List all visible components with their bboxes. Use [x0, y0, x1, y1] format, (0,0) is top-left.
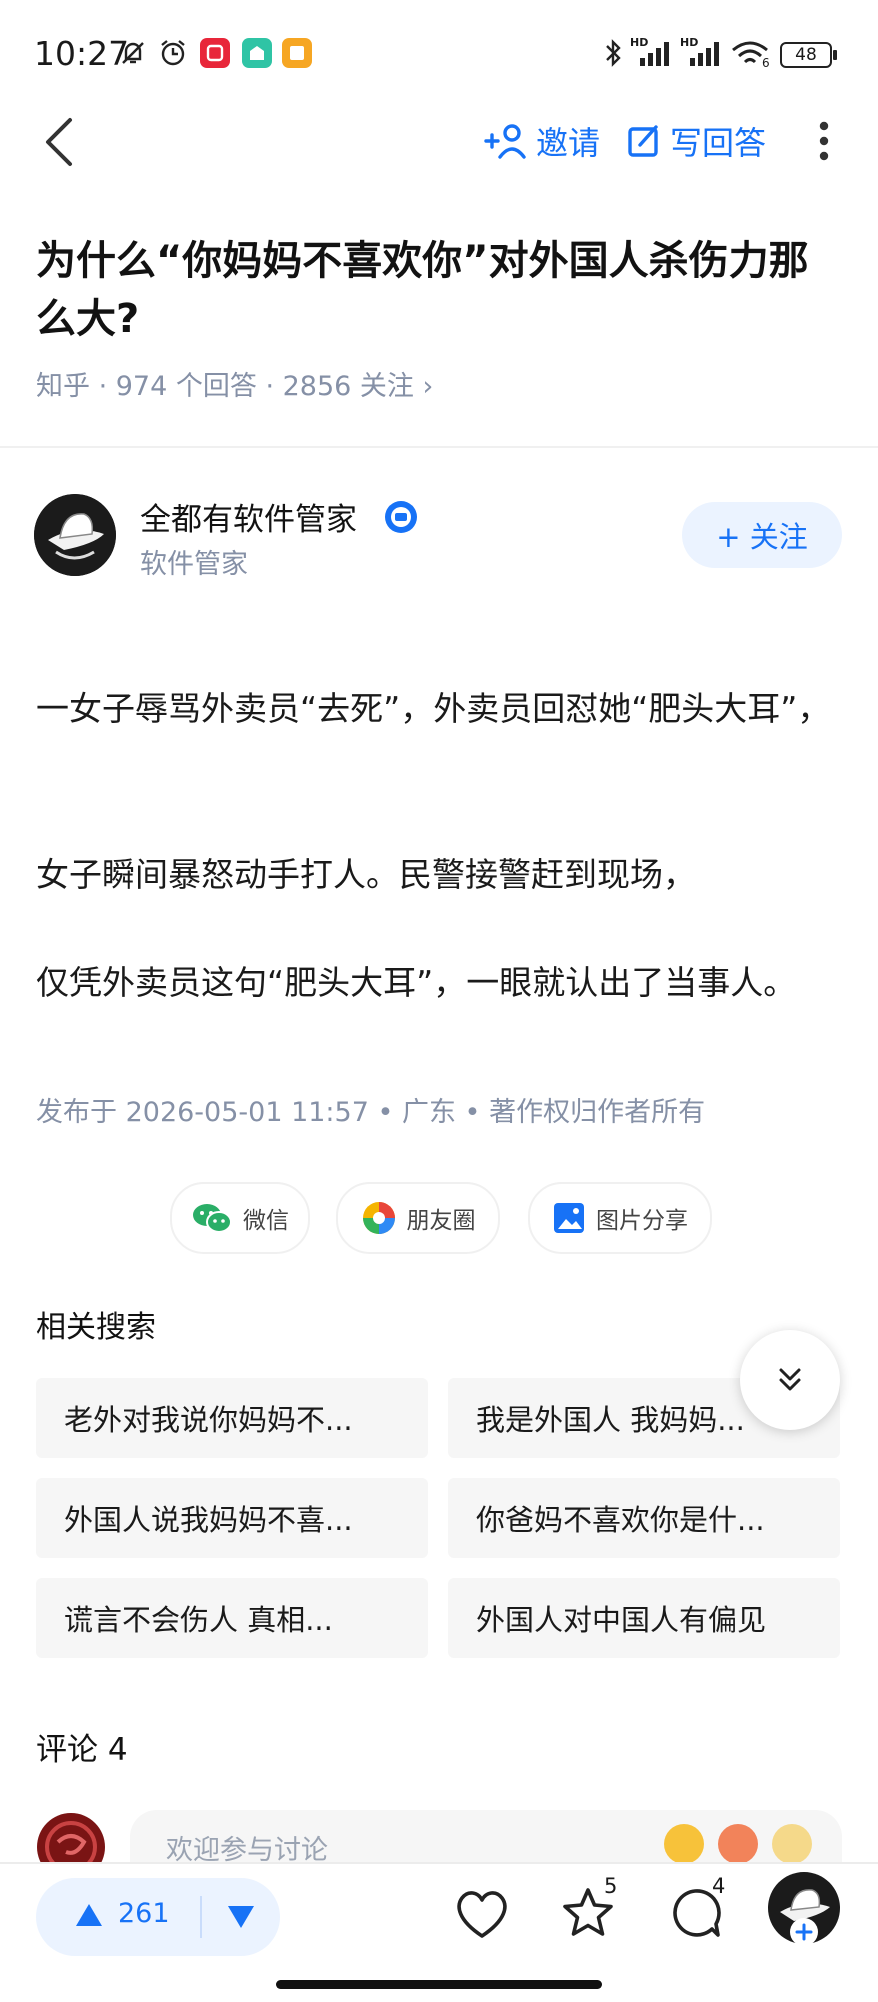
- like-heart-icon[interactable]: [454, 1888, 510, 1944]
- verified-badge-icon: [384, 500, 418, 534]
- downvote-icon[interactable]: [226, 1902, 256, 1936]
- write-answer-button[interactable]: 写回答: [626, 116, 766, 166]
- image-icon: [554, 1203, 584, 1233]
- status-time: 10:27: [34, 34, 130, 73]
- status-bar: 10:27 HD HD 6 48: [0, 0, 878, 100]
- publish-info: 发布于 2026-05-01 11:57 • 广东 • 著作权归作者所有: [36, 1097, 706, 1128]
- related-search-item[interactable]: 外国人对中国人有偏见: [448, 1578, 840, 1658]
- double-chevron-down-icon: [779, 1368, 801, 1391]
- share-moments-label: 朋友圈: [406, 1208, 476, 1234]
- invite-button[interactable]: 邀请: [484, 116, 600, 166]
- more-options-button[interactable]: [812, 116, 836, 166]
- vote-control: 261: [36, 1878, 280, 1956]
- back-button[interactable]: [40, 112, 90, 172]
- related-searches-title: 相关搜索: [36, 1310, 156, 1345]
- mute-bell-icon: [118, 38, 148, 68]
- more-vertical-icon: [819, 121, 829, 161]
- app-notification-icon: [200, 38, 230, 68]
- laughing-emoji-icon[interactable]: [664, 1824, 704, 1864]
- share-image-label: 图片分享: [596, 1208, 688, 1234]
- shocked-emoji-icon[interactable]: [772, 1824, 812, 1864]
- share-moments-button[interactable]: 朋友圈: [336, 1182, 500, 1254]
- answer-paragraph: 一女子辱骂外卖员“去死”，外卖员回怼她“肥头大耳”，: [36, 689, 831, 728]
- wechat-icon: [193, 1204, 232, 1233]
- signal-icon: HD: [680, 36, 724, 70]
- comment-placeholder: 欢迎参与讨论: [166, 1835, 328, 1864]
- vote-divider: [200, 1896, 202, 1938]
- question-title[interactable]: 为什么“你妈妈不喜欢你”对外国人杀伤力那么大?: [36, 232, 846, 348]
- comment-input[interactable]: 欢迎参与讨论: [130, 1810, 842, 1864]
- battery-icon: 48: [780, 42, 832, 68]
- follow-plus-icon[interactable]: [790, 1918, 818, 1946]
- upvote-count[interactable]: 261: [118, 1898, 170, 1929]
- share-image-button[interactable]: 图片分享: [528, 1182, 712, 1254]
- wifi-icon: 6: [730, 38, 772, 70]
- notes-app-icon: [282, 38, 312, 68]
- share-wechat-label: 微信: [243, 1208, 289, 1234]
- collapse-scroll-button[interactable]: [740, 1330, 840, 1430]
- answer-paragraph: 仅凭外卖员这句“肥头大耳”，一眼就认出了当事人。: [36, 963, 797, 1002]
- follow-button[interactable]: + 关注: [682, 502, 842, 568]
- signal-icon: HD: [630, 36, 674, 70]
- answer-paragraph: 女子瞬间暴怒动手打人。民警接警赶到现场，: [36, 855, 696, 894]
- related-search-item[interactable]: 你爸妈不喜欢你是什...: [448, 1478, 840, 1558]
- battery-tip: [833, 50, 837, 60]
- add-person-icon: [484, 124, 526, 159]
- comments-count: 4: [712, 1874, 726, 1898]
- comments-title: 评论 4: [36, 1732, 128, 1768]
- divider: [0, 446, 878, 448]
- author-avatar[interactable]: [34, 494, 116, 576]
- question-meta[interactable]: 知乎 · 974 个回答 · 2856 关注 ›: [36, 364, 433, 403]
- share-wechat-button[interactable]: 微信: [170, 1182, 310, 1254]
- moments-icon: [362, 1202, 395, 1234]
- hat-avatar-icon: [34, 494, 116, 576]
- author-name[interactable]: 全都有软件管家: [140, 494, 357, 539]
- write-answer-label: 写回答: [670, 124, 767, 162]
- bluetooth-icon: [598, 38, 628, 68]
- app-notification-icon: [242, 38, 272, 68]
- related-search-item[interactable]: 老外对我说你妈妈不...: [36, 1378, 428, 1458]
- author-subtitle: 软件管家: [140, 549, 248, 580]
- angry-emoji-icon[interactable]: [718, 1824, 758, 1864]
- related-search-item[interactable]: 外国人说我妈妈不喜...: [36, 1478, 428, 1558]
- battery-level: 48: [795, 45, 817, 65]
- edit-icon: [628, 125, 658, 157]
- related-search-item[interactable]: 谎言不会伤人 真相...: [36, 1578, 428, 1658]
- home-indicator: [276, 1980, 602, 1989]
- alarm-icon: [158, 38, 188, 68]
- invite-label: 邀请: [536, 124, 601, 162]
- upvote-icon[interactable]: [74, 1900, 104, 1934]
- follow-label: + 关注: [716, 520, 808, 554]
- user-avatar: [36, 1812, 106, 1862]
- favorites-count: 5: [604, 1874, 618, 1898]
